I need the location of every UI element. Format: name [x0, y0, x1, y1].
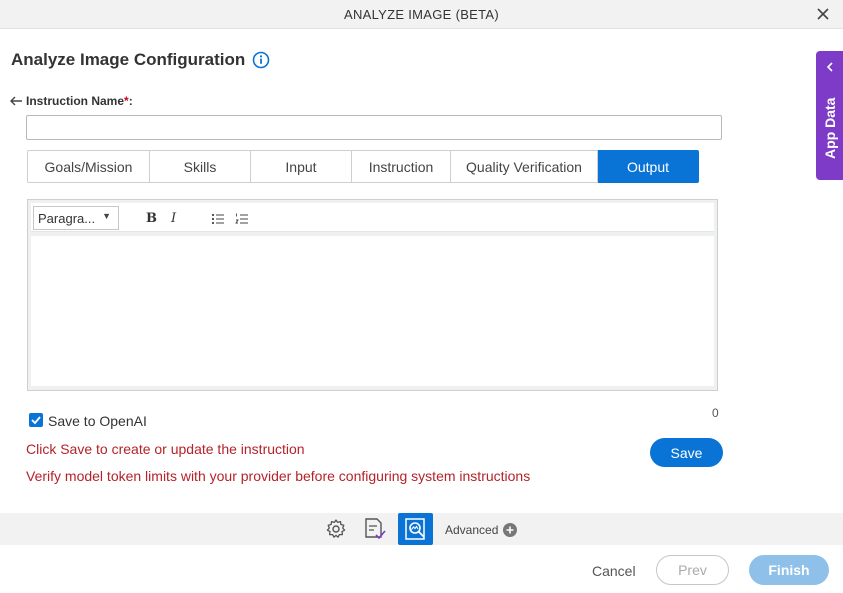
info-icon[interactable] — [252, 51, 270, 69]
page-title: Analyze Image Configuration — [11, 50, 246, 69]
instruction-name-input[interactable] — [26, 115, 722, 140]
app-data-panel-tab[interactable]: App Data — [816, 51, 843, 180]
rich-text-editor: Paragra... ▼ B I — [27, 199, 718, 391]
tab-instruction[interactable]: Instruction — [352, 150, 451, 183]
tab-quality-verification[interactable]: Quality Verification — [451, 150, 598, 183]
label-suffix: : — [128, 94, 133, 108]
italic-button[interactable]: I — [171, 211, 176, 226]
image-search-icon — [405, 518, 425, 540]
save-to-openai-label: Save to OpenAI — [48, 413, 147, 429]
arrow-left-icon[interactable] — [9, 94, 23, 108]
editor-toolbar: Paragra... ▼ B I — [31, 203, 714, 232]
bullet-list-icon[interactable] — [211, 212, 225, 226]
save-hint-message: Click Save to create or update the instr… — [26, 441, 305, 457]
checkmark-icon — [31, 416, 41, 425]
close-icon[interactable] — [815, 6, 831, 22]
format-select-value: Paragra... — [38, 211, 96, 226]
plus-circle-icon[interactable] — [503, 523, 517, 537]
dropdown-arrow-icon: ▼ — [102, 211, 111, 221]
bottom-toolbar: Advanced — [0, 513, 843, 545]
bold-button[interactable]: B — [146, 211, 157, 226]
dialog-title: ANALYZE IMAGE (BETA) — [343, 7, 500, 22]
advanced-label[interactable]: Advanced — [445, 523, 498, 537]
format-select[interactable]: Paragra... ▼ — [33, 206, 119, 230]
tab-goals-mission[interactable]: Goals/Mission — [27, 150, 150, 183]
prev-button[interactable]: Prev — [656, 555, 729, 585]
dialog-titlebar: ANALYZE IMAGE (BETA) — [0, 0, 843, 29]
save-button[interactable]: Save — [650, 438, 723, 467]
instruction-tabs: Goals/Mission Skills Input Instruction Q… — [27, 150, 699, 183]
numbered-list-icon[interactable] — [235, 212, 249, 226]
editor-content-area[interactable] — [31, 236, 714, 386]
tab-input[interactable]: Input — [251, 150, 352, 183]
document-check-icon[interactable] — [361, 515, 389, 543]
token-limit-warning: Verify model token limits with your prov… — [26, 468, 531, 484]
app-data-label: App Data — [822, 97, 838, 159]
tab-skills[interactable]: Skills — [150, 150, 251, 183]
tab-output[interactable]: Output — [598, 150, 699, 183]
instruction-name-label: Instruction Name*: — [26, 94, 133, 108]
character-counter: 0 — [712, 406, 719, 420]
image-search-button[interactable] — [398, 513, 433, 545]
cancel-button[interactable]: Cancel — [592, 563, 636, 579]
finish-button[interactable]: Finish — [749, 555, 829, 585]
chevron-left-icon[interactable] — [825, 62, 835, 72]
instruction-name-label-text: Instruction Name — [26, 94, 125, 108]
save-to-openai-checkbox[interactable] — [29, 413, 43, 427]
gear-icon[interactable] — [322, 515, 350, 543]
